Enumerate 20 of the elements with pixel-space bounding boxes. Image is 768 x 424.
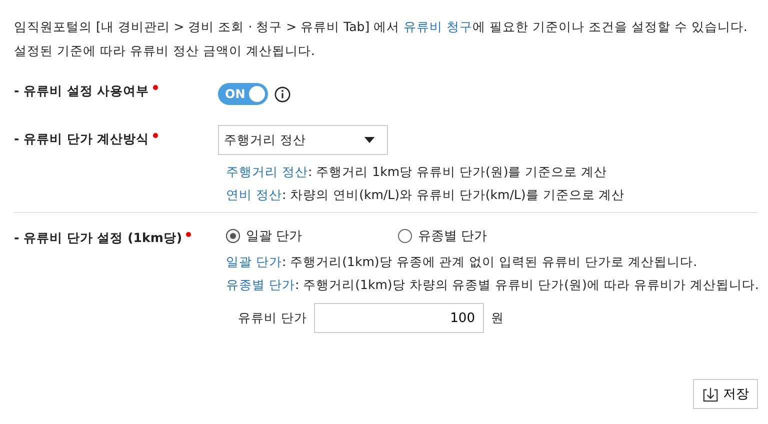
unit-label: 원: [490, 310, 504, 326]
method-dropdown[interactable]: 주행거리 정산: [218, 125, 388, 155]
note-text: 연비 정산: 차량의 연비(km/L)와 유류비 단가(km/L)를 기준으로 계산: [226, 186, 625, 204]
radio-option[interactable]: 유종별 단가: [398, 227, 570, 245]
caret-icon: [364, 137, 375, 143]
note-text: 일괄 단가: 주행거리(1km)당 유종에 관계 없이 입력된 유류비 단가로 계산됩니다.: [226, 253, 698, 271]
field-label: - 유류비 설정 사용여부: [14, 83, 150, 100]
info-icon[interactable]: [274, 86, 291, 102]
field-label: - 유류비 단가 계산방식: [14, 131, 150, 148]
price-input[interactable]: 100: [314, 303, 484, 333]
field-label: - 유류비 단가 설정 (1km당): [14, 230, 182, 247]
note-text: 주행거리 정산: 주행거리 1km당 유류비 단가(원)를 기준으로 계산: [226, 163, 608, 181]
save-button[interactable]: 저장: [693, 379, 758, 409]
intro-text: 임직원포털의 [내 경비관리 > 경비 조회 · 청구 > 유류비 Tab] 에서 유류비 청구에 필요한 기준이나 조건을 설정할 수 있습니다.: [14, 18, 748, 36]
intro-text: 설정된 기준에 따라 유류비 정산 금액이 계산됩니다.: [14, 42, 316, 60]
note-text: 유종별 단가: 주행거리(1km)당 차량의 유종별 유류비 단가(원)에 따라 유류비가 계산됩니다.: [226, 276, 759, 294]
radio-option[interactable]: 일괄 단가: [226, 227, 398, 245]
download-icon: [702, 386, 719, 402]
fuel-claim-link[interactable]: 유류비 청구: [404, 19, 472, 34]
price-label: 유류비 단가: [238, 310, 307, 326]
